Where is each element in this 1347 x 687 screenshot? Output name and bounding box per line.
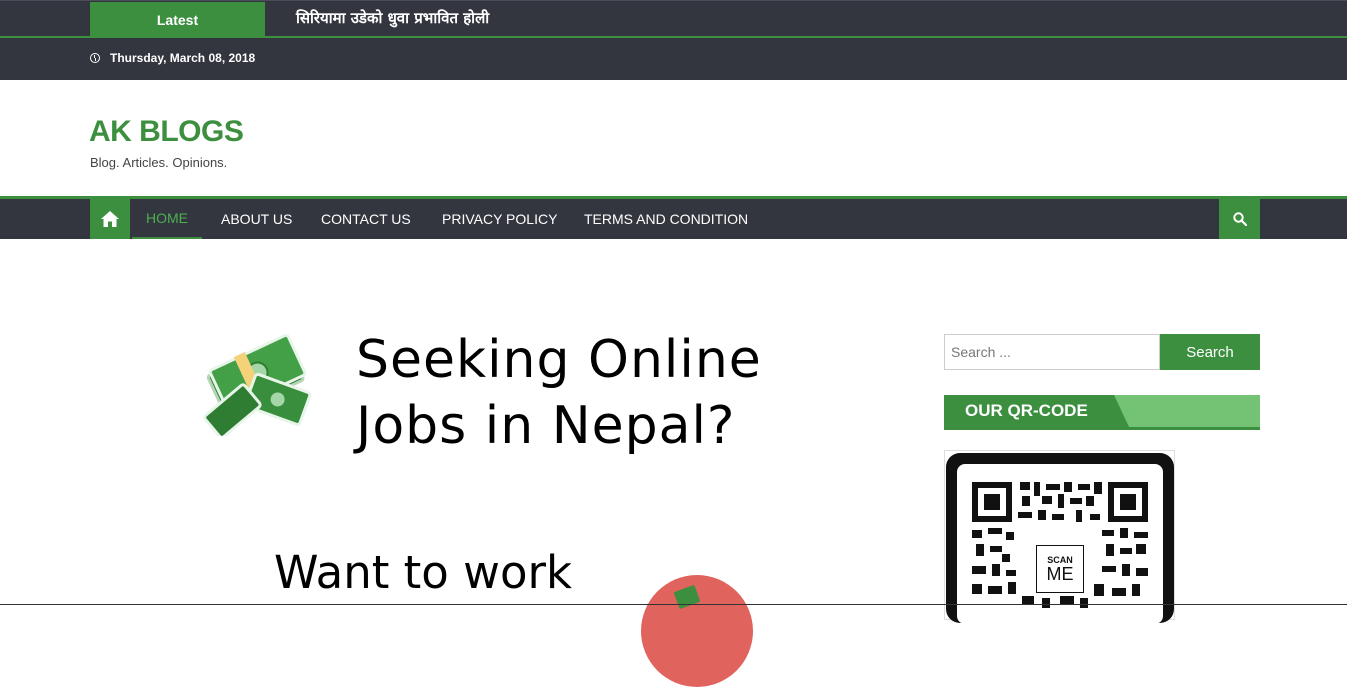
home-icon-button[interactable] [90,199,130,239]
page-bottom-divider [0,604,1347,605]
home-icon [101,211,119,227]
qr-widget-title: OUR QR-CODE [965,401,1088,420]
scan-me-badge: SCAN ME [1036,545,1084,593]
site-tagline: Blog. Articles. Opinions. [90,155,228,170]
nav-item-privacy-policy[interactable]: PRIVACY POLICY [442,199,557,239]
date-bar: Thursday, March 08, 2018 [0,38,1347,80]
clock-icon [90,53,100,63]
nav-item-home[interactable]: HOME [132,199,202,239]
latest-news-bar: Latest सिरियामा उडेको धुवा प्रभावित होली [0,0,1347,38]
scan-me-label-bottom: ME [1046,564,1074,584]
hero-heading-line-2: Jobs in Nepal? [356,396,736,456]
current-date: Thursday, March 08, 2018 [110,51,256,65]
sidebar-search-button[interactable]: Search [1160,334,1260,370]
hero-subheading: Want to work [274,546,573,599]
nav-item-terms-and-condition[interactable]: TERMS AND CONDITION [584,199,748,239]
hero-heading-line-1: Seeking Online [356,330,762,390]
nav-item-about-us[interactable]: ABOUT US [221,199,292,239]
qr-widget-header: OUR QR-CODE [944,395,1260,430]
nav-item-contact-us[interactable]: CONTACT US [321,199,411,239]
latest-headline-link[interactable]: सिरियामा उडेको धुवा प्रभावित होली [296,8,489,28]
sidebar-search-input[interactable] [944,334,1160,370]
latest-label: Latest [90,2,265,37]
header-search-button[interactable] [1219,199,1260,239]
site-title-link[interactable]: AK BLOGS [89,115,244,149]
main-navigation: HOME ABOUT US CONTACT US PRIVACY POLICY … [0,196,1347,239]
money-stack-icon [203,333,312,436]
search-icon [1232,212,1247,226]
